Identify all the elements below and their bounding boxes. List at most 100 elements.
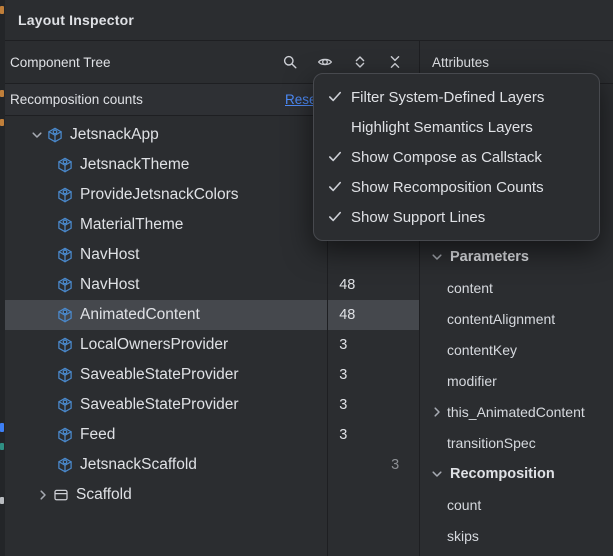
menu-item-show-support-lines[interactable]: Show Support Lines xyxy=(314,202,599,232)
tree-node-label: MaterialTheme xyxy=(80,216,183,234)
tree-node: Scaffold xyxy=(5,486,326,504)
attributes-title: Attributes xyxy=(432,55,489,70)
recomposition-count: 48 xyxy=(326,277,374,293)
section-parameters[interactable]: Parameters xyxy=(420,241,613,272)
chevron-right-icon xyxy=(35,487,51,503)
tree-node-label: AnimatedContent xyxy=(80,306,200,324)
tree-node: JetsnackTheme xyxy=(5,156,326,174)
menu-item-show-compose-as-callstack[interactable]: Show Compose as Callstack xyxy=(314,142,599,172)
compose-node-icon xyxy=(57,427,73,443)
visibility-eye-button[interactable] xyxy=(316,53,334,71)
tree-row-feed[interactable]: Feed 3 xyxy=(5,420,419,450)
checkmark-icon xyxy=(327,89,343,105)
page-title: Layout Inspector xyxy=(18,12,134,28)
section-recomposition[interactable]: Recomposition xyxy=(420,458,613,489)
tree-row-navhost[interactable]: NavHost 48 xyxy=(5,270,419,300)
tree-node-label: ProvideJetsnackColors xyxy=(80,186,239,204)
attribute-contentkey[interactable]: contentKey xyxy=(420,334,613,365)
tool-window-titlebar: Layout Inspector xyxy=(0,0,613,41)
tree-node-label: SaveableStateProvider xyxy=(80,366,239,384)
tree-row-saveablestateprovider[interactable]: SaveableStateProvider 3 xyxy=(5,360,419,390)
check-slot xyxy=(327,179,343,195)
tree-node: JetsnackApp xyxy=(5,126,326,144)
compose-node-icon xyxy=(57,307,73,323)
attribute-contentalignment[interactable]: contentAlignment xyxy=(420,303,613,334)
menu-item-show-recomposition-counts[interactable]: Show Recomposition Counts xyxy=(314,172,599,202)
chevron-right-icon xyxy=(429,404,445,420)
tree-node: SaveableStateProvider xyxy=(5,396,326,414)
expand-all-icon xyxy=(352,54,368,70)
menu-item-filter-system-defined-layers[interactable]: Filter System-Defined Layers xyxy=(314,82,599,112)
attribute-skips[interactable]: skips xyxy=(420,520,613,551)
tree-node-label: LocalOwnersProvider xyxy=(80,336,228,354)
skip-count: 3 xyxy=(374,457,419,473)
tree-node: NavHost xyxy=(5,246,326,264)
check-slot xyxy=(327,89,343,105)
tree-node-label: NavHost xyxy=(80,276,139,294)
gutter-mark xyxy=(0,119,4,126)
attribute-count[interactable]: count xyxy=(420,489,613,520)
compose-node-icon xyxy=(47,127,63,143)
recomposition-count: 3 xyxy=(326,367,374,383)
tree-node: ProvideJetsnackColors xyxy=(5,186,326,204)
tree-node-label: Feed xyxy=(80,426,115,444)
checkmark-icon xyxy=(327,179,343,195)
recomposition-count: 3 xyxy=(326,397,374,413)
check-slot xyxy=(327,149,343,165)
tree-row-animatedcontent[interactable]: AnimatedContent 48 xyxy=(5,300,419,330)
tree-row-scaffold[interactable]: Scaffold xyxy=(5,480,419,510)
checkmark-icon xyxy=(327,149,343,165)
attribute-transitionspec[interactable]: transitionSpec xyxy=(420,427,613,458)
attribute-this-animatedcontent[interactable]: this_AnimatedContent xyxy=(420,396,613,427)
compose-node-icon xyxy=(57,187,73,203)
attribute-modifier[interactable]: modifier xyxy=(420,365,613,396)
tree-node-label: JetsnackTheme xyxy=(80,156,189,174)
tree-node-label: NavHost xyxy=(80,246,139,264)
tree-row-navhost[interactable]: NavHost xyxy=(5,240,419,270)
collapse-all-button[interactable] xyxy=(386,53,404,71)
tree-node: SaveableStateProvider xyxy=(5,366,326,384)
tree-row-saveablestateprovider[interactable]: SaveableStateProvider 3 xyxy=(5,390,419,420)
search-button[interactable] xyxy=(281,53,299,71)
view-options-menu-items: Filter System-Defined LayersHighlight Se… xyxy=(314,82,599,232)
view-options-menu: Filter System-Defined LayersHighlight Se… xyxy=(313,73,600,241)
gutter-mark xyxy=(0,6,4,14)
expand-all-button[interactable] xyxy=(351,53,369,71)
tree-node-label: JetsnackApp xyxy=(70,126,159,144)
tree-row-localownersprovider[interactable]: LocalOwnersProvider 3 xyxy=(5,330,419,360)
ide-gutter xyxy=(0,0,5,556)
check-slot xyxy=(327,209,343,225)
recomposition-count: 3 xyxy=(326,427,374,443)
visibility-eye-icon xyxy=(317,54,333,70)
tree-row-jetsnackscaffold[interactable]: JetsnackScaffold 3 xyxy=(5,450,419,480)
tree-node-label: Scaffold xyxy=(76,486,132,504)
compose-node-icon xyxy=(57,337,73,353)
gutter-mark xyxy=(0,497,4,504)
menu-item-highlight-semantics-layers[interactable]: Highlight Semantics Layers xyxy=(314,112,599,142)
recomposition-count: 3 xyxy=(326,337,374,353)
tree-node-label: JetsnackScaffold xyxy=(80,456,197,474)
checkmark-icon xyxy=(327,209,343,225)
chevron-down-icon xyxy=(29,127,45,143)
attribute-content[interactable]: content xyxy=(420,272,613,303)
chevron-down-icon xyxy=(429,249,445,265)
compose-node-icon xyxy=(57,217,73,233)
scaffold-node-icon xyxy=(53,487,69,503)
tree-node-label: SaveableStateProvider xyxy=(80,396,239,414)
collapse-all-icon xyxy=(387,54,403,70)
compose-node-icon xyxy=(57,157,73,173)
tree-node: AnimatedContent xyxy=(5,306,326,324)
component-tree-title: Component Tree xyxy=(10,55,111,70)
recomposition-count: 48 xyxy=(326,307,374,323)
compose-node-icon xyxy=(57,457,73,473)
chevron-down-icon xyxy=(429,466,445,482)
compose-node-icon xyxy=(57,367,73,383)
search-icon xyxy=(282,54,298,70)
tree-node: Feed xyxy=(5,426,326,444)
tree-node: JetsnackScaffold xyxy=(5,456,326,474)
gutter-mark xyxy=(0,90,4,97)
compose-node-icon xyxy=(57,277,73,293)
gutter-mark xyxy=(0,443,4,450)
tree-node: LocalOwnersProvider xyxy=(5,336,326,354)
tree-node: NavHost xyxy=(5,276,326,294)
